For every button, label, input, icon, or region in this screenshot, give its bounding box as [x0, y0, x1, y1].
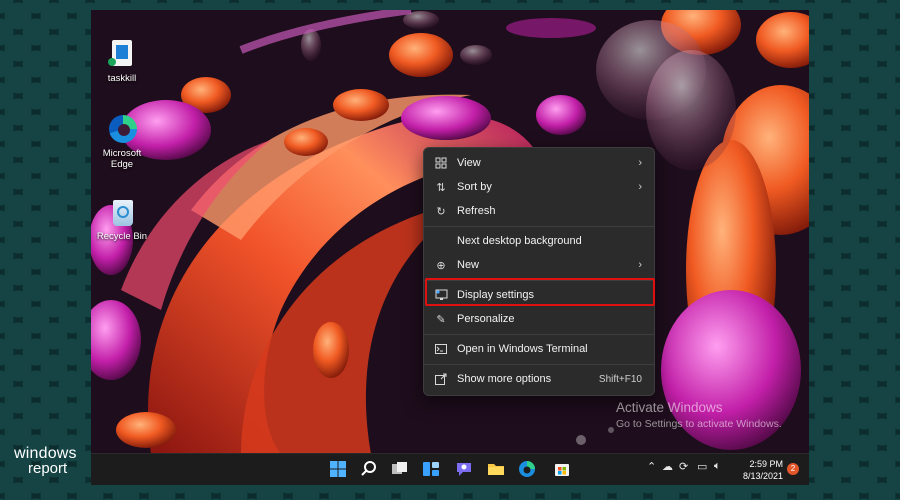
menu-item-view[interactable]: View ›	[428, 152, 650, 174]
menu-item-open-terminal[interactable]: Open in Windows Terminal	[428, 338, 650, 360]
plus-circle-icon: ⊕	[436, 259, 446, 272]
menu-item-label: Sort by	[457, 181, 492, 193]
clock-date: 8/13/2021	[742, 471, 783, 481]
shortcut-label: Shift+F10	[598, 373, 642, 385]
desktop-icon-label: taskkill	[107, 73, 137, 84]
menu-item-label: Next desktop background	[457, 235, 582, 247]
menu-item-next-background[interactable]: Next desktop background	[428, 230, 650, 252]
menu-item-label: Personalize	[457, 313, 515, 325]
desktop-icon-edge[interactable]: Microsoft Edge	[91, 115, 153, 170]
menu-item-new[interactable]: ⊕ New ›	[428, 254, 650, 276]
taskbar: ⌃ ☁ ⟳ ▭ 🔈︎ 2:59 PM 8/13/2021 2	[91, 453, 809, 485]
menu-item-label: View	[457, 157, 481, 169]
cloud-icon[interactable]: ☁	[662, 460, 673, 473]
chevron-up-icon[interactable]: ⌃	[647, 460, 656, 473]
windows-start-icon[interactable]	[329, 460, 347, 478]
watermark-subtitle: Go to Settings to activate Windows.	[616, 418, 782, 430]
logo-line-1: windows	[14, 445, 77, 462]
pen-icon: ✎	[436, 313, 446, 326]
edge-icon[interactable]	[518, 460, 536, 478]
desktop-icon-taskkill[interactable]: taskkill	[91, 40, 153, 84]
menu-separator	[424, 334, 654, 335]
menu-item-label: Refresh	[457, 205, 496, 217]
menu-item-personalize[interactable]: ✎ Personalize	[428, 308, 650, 330]
volume-icon[interactable]: 🔈︎	[714, 460, 721, 473]
store-icon[interactable]	[553, 460, 571, 478]
activation-watermark: Activate Windows Go to Settings to activ…	[616, 400, 782, 430]
refresh-icon: ↻	[436, 205, 446, 218]
logo-line-2: report	[28, 460, 68, 477]
sort-icon: ⇅	[436, 181, 446, 194]
menu-separator	[424, 226, 654, 227]
search-icon[interactable]	[360, 460, 378, 478]
view-grid-icon	[434, 156, 448, 170]
desktop-icon-recycle-bin[interactable]: Recycle Bin	[91, 198, 153, 242]
desktop-icon-label: Recycle Bin	[96, 231, 148, 242]
network-icon[interactable]: ▭	[697, 460, 707, 473]
share-icon	[434, 372, 448, 386]
recycle-bin-icon	[107, 198, 137, 228]
highlight-box	[425, 278, 655, 306]
notification-badge[interactable]: 2	[787, 463, 799, 475]
menu-item-sort-by[interactable]: ⇅ Sort by ›	[428, 176, 650, 198]
windows-report-logo: windows report	[14, 445, 77, 477]
desktop-screen: taskkill Microsoft Edge Recycle Bin View…	[91, 10, 809, 485]
chevron-right-icon: ›	[638, 181, 642, 193]
menu-item-show-more-options[interactable]: Show more options Shift+F10	[428, 368, 650, 390]
edge-icon	[107, 115, 137, 145]
chevron-right-icon: ›	[638, 157, 642, 169]
sync-icon[interactable]: ⟳	[679, 460, 688, 473]
watermark-title: Activate Windows	[616, 400, 723, 415]
menu-item-label: Open in Windows Terminal	[457, 343, 588, 355]
clock-time: 2:59 PM	[749, 459, 783, 469]
taskbar-clock[interactable]: 2:59 PM 8/13/2021	[743, 458, 783, 482]
menu-item-refresh[interactable]: ↻ Refresh	[428, 200, 650, 222]
desktop-context-menu: View › ⇅ Sort by › ↻ Refresh Next deskto…	[423, 147, 655, 396]
desktop-icon-label: Microsoft Edge	[102, 148, 142, 170]
chevron-right-icon: ›	[638, 259, 642, 271]
file-explorer-icon[interactable]	[487, 460, 505, 478]
widgets-icon[interactable]	[422, 460, 440, 478]
menu-item-label: New	[457, 259, 480, 271]
menu-item-label: Show more options	[457, 373, 552, 385]
chat-icon[interactable]	[455, 460, 473, 478]
terminal-icon	[434, 342, 448, 356]
task-view-icon[interactable]	[391, 460, 409, 478]
shortcut-file-icon	[107, 40, 137, 70]
menu-separator	[424, 364, 654, 365]
